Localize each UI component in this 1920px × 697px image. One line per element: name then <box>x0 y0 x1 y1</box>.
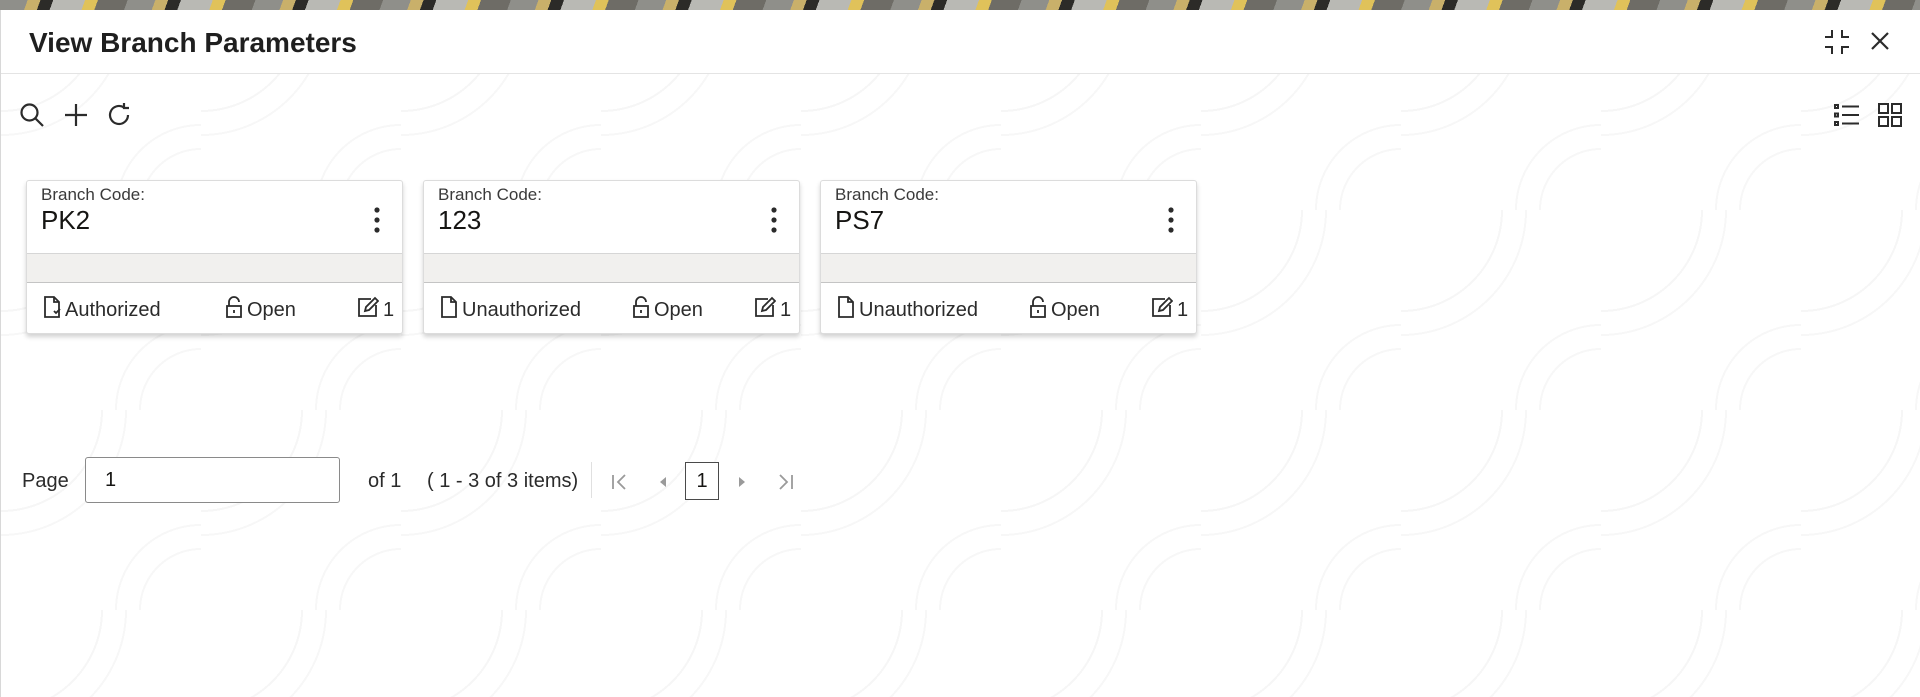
branch-code-value: PS7 <box>835 205 885 235</box>
items-range-text: ( 1 - 3 of 3 items) <box>427 470 579 492</box>
document-icon <box>837 296 859 324</box>
kebab-menu-icon[interactable] <box>771 207 777 238</box>
tile-view-icon[interactable] <box>1877 102 1903 133</box>
branch-parameters-window: View Branch Parameters Branch Code: PK2 … <box>0 10 1920 697</box>
authorization-status-text: Unauthorized <box>859 298 978 321</box>
unlock-icon <box>632 296 654 324</box>
record-status: Open <box>632 296 703 324</box>
page-label: Page <box>22 470 69 492</box>
authorization-status: Unauthorized <box>837 296 978 324</box>
page-total-text: of 1 <box>368 470 402 492</box>
branch-code-value: 123 <box>438 205 482 235</box>
minimize-icon[interactable] <box>1823 28 1851 56</box>
card-footer: Authorized Open 1 <box>27 282 402 333</box>
unlock-icon <box>225 296 247 324</box>
kebab-menu-icon[interactable] <box>1168 207 1174 238</box>
edit-icon <box>357 296 383 324</box>
modification-count-text: 1 <box>383 298 395 321</box>
modification-count: 1 <box>357 296 394 324</box>
page-number-input[interactable] <box>85 457 340 503</box>
unlock-icon <box>1029 296 1051 324</box>
kebab-menu-icon[interactable] <box>374 207 380 238</box>
refresh-icon[interactable] <box>106 102 132 133</box>
branch-card[interactable]: Branch Code: 123 Unauthorized Open 1 <box>423 180 800 334</box>
branch-card[interactable]: Branch Code: PK2 Authorized Open 1 <box>26 180 403 334</box>
branch-code-value: PK2 <box>41 205 91 235</box>
page-title: View Branch Parameters <box>29 27 357 58</box>
first-page-icon[interactable] <box>610 472 630 497</box>
close-icon[interactable] <box>1869 30 1891 52</box>
document-check-icon <box>43 296 65 324</box>
record-status: Open <box>225 296 296 324</box>
branch-code-label: Branch Code: <box>835 185 939 204</box>
edit-icon <box>754 296 780 324</box>
authorization-status: Authorized <box>43 296 161 324</box>
modification-count-text: 1 <box>1177 298 1189 321</box>
card-footer: Unauthorized Open 1 <box>821 282 1196 333</box>
last-page-icon[interactable] <box>775 472 795 497</box>
background-strip <box>0 0 1920 10</box>
title-bar: View Branch Parameters <box>1 10 1920 74</box>
modification-count-text: 1 <box>780 298 792 321</box>
card-band <box>27 253 402 283</box>
add-icon[interactable] <box>63 102 89 133</box>
branch-code-label: Branch Code: <box>438 185 542 204</box>
authorization-status-text: Authorized <box>65 298 161 321</box>
edit-icon <box>1151 296 1177 324</box>
pager-divider <box>591 462 592 498</box>
search-icon[interactable] <box>19 102 45 133</box>
current-page-button[interactable]: 1 <box>685 462 719 500</box>
previous-page-icon[interactable] <box>656 472 670 497</box>
document-icon <box>440 296 462 324</box>
record-status-text: Open <box>1051 298 1100 321</box>
list-view-icon[interactable] <box>1833 102 1861 133</box>
next-page-icon[interactable] <box>735 472 749 497</box>
modification-count: 1 <box>754 296 791 324</box>
branch-code-label: Branch Code: <box>41 185 145 204</box>
modification-count: 1 <box>1151 296 1188 324</box>
card-band <box>821 253 1196 283</box>
authorization-status: Unauthorized <box>440 296 581 324</box>
record-status-text: Open <box>247 298 296 321</box>
card-footer: Unauthorized Open 1 <box>424 282 799 333</box>
card-band <box>424 253 799 283</box>
record-status-text: Open <box>654 298 703 321</box>
branch-card[interactable]: Branch Code: PS7 Unauthorized Open 1 <box>820 180 1197 334</box>
authorization-status-text: Unauthorized <box>462 298 581 321</box>
record-status: Open <box>1029 296 1100 324</box>
